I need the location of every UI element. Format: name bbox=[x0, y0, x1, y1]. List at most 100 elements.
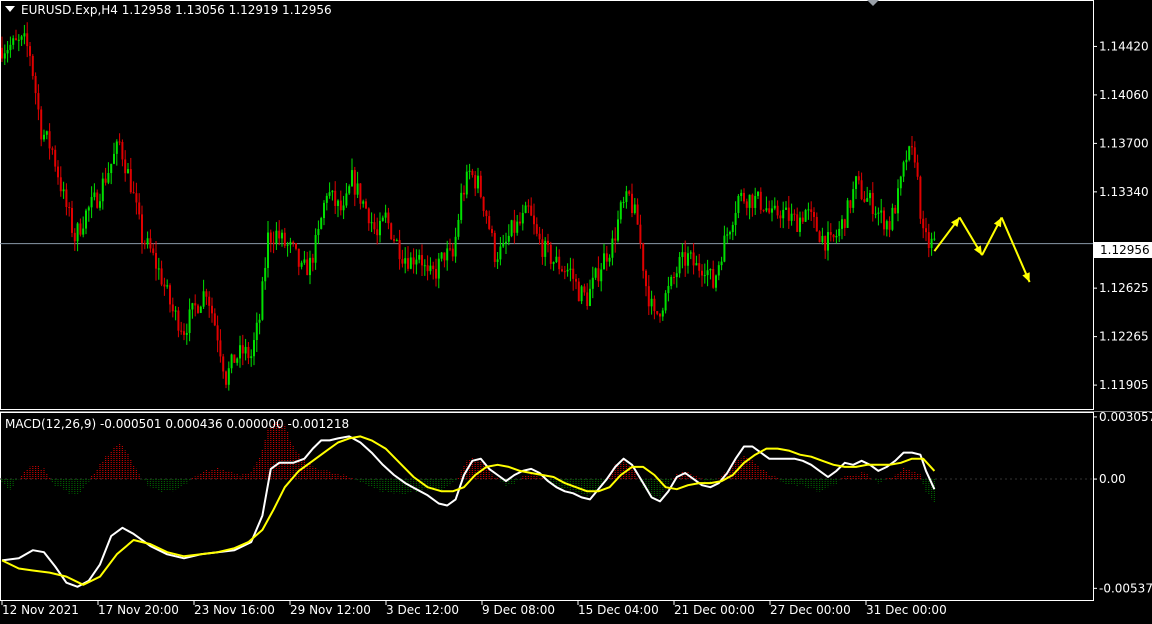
price-tick-label: 1.14060 bbox=[1099, 88, 1149, 102]
bull-candle bbox=[521, 212, 524, 224]
bull-candle bbox=[499, 246, 502, 260]
bear-candle bbox=[549, 244, 552, 264]
bull-candle bbox=[477, 175, 479, 189]
bear-candle bbox=[911, 146, 913, 148]
scroll-marker-icon[interactable] bbox=[867, 0, 879, 6]
bear-candle bbox=[401, 259, 404, 264]
bear-candle bbox=[849, 200, 852, 208]
bull-candle bbox=[93, 192, 96, 198]
bull-candle bbox=[43, 134, 45, 140]
bull-candle bbox=[309, 257, 311, 276]
bear-candle bbox=[561, 269, 563, 272]
bear-candle bbox=[26, 33, 29, 47]
bull-candle bbox=[166, 285, 169, 287]
macd-tick-label: 0.00 bbox=[1099, 472, 1126, 486]
bear-candle bbox=[745, 201, 748, 208]
bear-candle bbox=[829, 232, 832, 235]
bear-candle bbox=[183, 331, 185, 335]
bull-candle bbox=[423, 265, 426, 267]
trading-chart[interactable]: 1.14420 1.14060 1.13700 1.13340 1.12625 1.122… bbox=[0, 0, 1152, 620]
bear-candle bbox=[653, 298, 656, 312]
time-tick-label: 15 Dec 04:00 bbox=[578, 603, 659, 617]
bear-candle bbox=[883, 210, 885, 230]
bear-candle bbox=[48, 131, 51, 149]
bear-candle bbox=[37, 93, 40, 110]
bull-candle bbox=[905, 159, 908, 163]
bear-candle bbox=[684, 252, 687, 266]
bear-candle bbox=[398, 240, 401, 260]
bear-candle bbox=[519, 221, 521, 224]
time-tick-label: 12 Nov 2021 bbox=[2, 603, 79, 617]
bear-candle bbox=[432, 265, 435, 269]
bear-candle bbox=[916, 162, 919, 177]
bull-candle bbox=[3, 53, 6, 59]
bull-candle bbox=[239, 345, 241, 359]
bull-candle bbox=[465, 171, 468, 195]
bull-candle bbox=[633, 204, 636, 214]
bull-candle bbox=[661, 310, 664, 317]
bear-candle bbox=[121, 141, 124, 160]
bear-candle bbox=[272, 242, 275, 244]
bear-candle bbox=[927, 232, 930, 249]
bear-candle bbox=[698, 263, 701, 271]
bull-candle bbox=[902, 162, 905, 177]
bull-candle bbox=[90, 197, 93, 208]
bear-candle bbox=[54, 149, 57, 167]
bear-candle bbox=[793, 213, 796, 215]
bull-candle bbox=[6, 50, 9, 54]
bull-candle bbox=[323, 202, 325, 219]
chart-canvas[interactable]: 1.14420 1.14060 1.13700 1.13340 1.12625 1.122… bbox=[0, 0, 1152, 620]
bull-candle bbox=[765, 208, 768, 211]
bear-candle bbox=[857, 176, 860, 181]
bear-candle bbox=[762, 209, 765, 211]
bull-candle bbox=[362, 201, 365, 204]
bull-candle bbox=[468, 170, 471, 172]
bull-candle bbox=[754, 195, 757, 208]
bear-candle bbox=[124, 159, 127, 174]
dropdown-triangle-icon[interactable] bbox=[5, 6, 15, 12]
bear-candle bbox=[471, 170, 474, 176]
macd-pane-frame bbox=[0, 412, 1094, 601]
bear-candle bbox=[647, 286, 650, 307]
bull-candle bbox=[821, 235, 824, 243]
bull-candle bbox=[670, 276, 673, 286]
bear-candle bbox=[485, 210, 488, 217]
bear-candle bbox=[177, 310, 180, 331]
bull-candle bbox=[496, 259, 499, 262]
bear-candle bbox=[216, 325, 219, 341]
bull-candle bbox=[331, 190, 334, 193]
current-price-label: 1.12956 bbox=[1094, 242, 1152, 258]
bear-candle bbox=[143, 243, 146, 245]
bear-candle bbox=[435, 268, 437, 279]
symbol-header: EURUSD.Exp,H4 1.12958 1.13056 1.12919 1.… bbox=[5, 3, 332, 17]
bull-candle bbox=[418, 255, 421, 260]
bull-candle bbox=[689, 252, 692, 254]
bull-candle bbox=[505, 241, 507, 244]
price-tick-label: 1.11905 bbox=[1099, 378, 1149, 392]
bull-candle bbox=[695, 263, 698, 266]
bull-candle bbox=[320, 218, 323, 229]
bull-candle bbox=[23, 33, 26, 37]
time-tick-label: 31 Dec 00:00 bbox=[866, 603, 947, 617]
bull-candle bbox=[723, 235, 726, 262]
bull-candle bbox=[157, 268, 160, 270]
bull-candle bbox=[603, 253, 605, 270]
bull-candle bbox=[342, 205, 345, 211]
bull-candle bbox=[841, 219, 843, 229]
bull-candle bbox=[12, 38, 15, 45]
bear-candle bbox=[533, 215, 535, 225]
bear-candle bbox=[575, 278, 577, 282]
bear-candle bbox=[692, 252, 695, 266]
bull-candle bbox=[191, 303, 194, 310]
bull-candle bbox=[351, 170, 353, 187]
bear-candle bbox=[208, 296, 211, 306]
macd-tick-label: 0.003057 bbox=[1099, 410, 1152, 424]
bull-candle bbox=[325, 195, 328, 203]
bull-candle bbox=[740, 192, 743, 196]
bear-candle bbox=[639, 224, 642, 244]
bull-candle bbox=[650, 298, 653, 307]
bear-candle bbox=[79, 223, 82, 235]
bull-candle bbox=[771, 208, 773, 213]
price-tick-label: 1.13340 bbox=[1099, 185, 1149, 199]
bear-candle bbox=[631, 193, 633, 214]
